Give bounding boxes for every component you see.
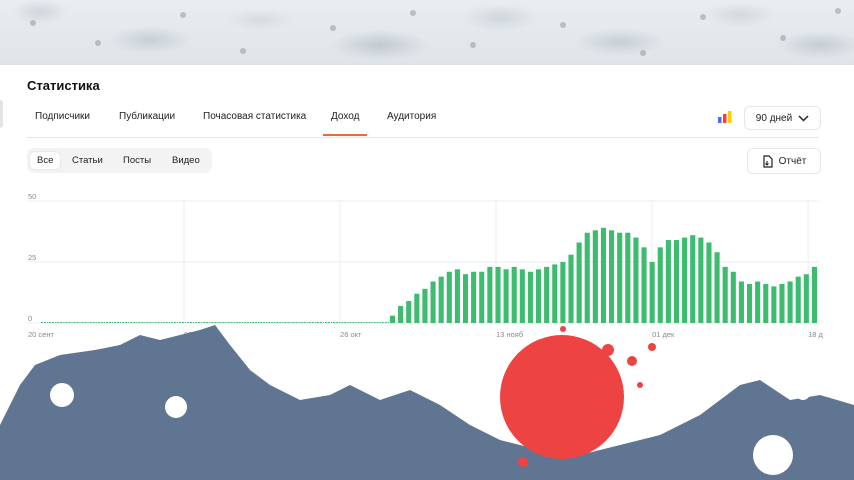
content-filter: Все Статьи Посты Видео: [27, 148, 212, 173]
income-chart: 0255020 сент08 окт26 окт13 нояб01 дек18 …: [28, 192, 824, 339]
bar: [487, 266, 493, 323]
bar: [698, 237, 704, 323]
bar: [673, 240, 680, 323]
bar: [665, 240, 671, 323]
mountain-hole: [753, 435, 793, 475]
bar: [657, 247, 663, 323]
splash-drop: [518, 457, 528, 467]
splash-drop: [627, 356, 637, 366]
bar: [600, 227, 607, 323]
bar: [535, 269, 542, 323]
bar: [682, 237, 688, 323]
period-label: 90 дней: [755, 112, 793, 124]
tab-publications[interactable]: Публикации: [119, 111, 175, 122]
tab-audience[interactable]: Аудитория: [387, 111, 436, 122]
bar: [560, 262, 566, 323]
chevron-down-icon: [798, 114, 809, 122]
bar: [519, 269, 525, 323]
bar: [552, 264, 558, 323]
bar: [495, 266, 501, 323]
sidebar-edge: [0, 100, 3, 128]
bar: [406, 301, 412, 323]
splash-drop: [560, 326, 566, 332]
bar: [592, 230, 598, 323]
bar: [503, 269, 509, 323]
bar: [803, 274, 809, 323]
bar: [755, 281, 761, 323]
bar: [746, 283, 753, 323]
bar: [690, 235, 696, 323]
bar: [454, 269, 460, 323]
filter-articles[interactable]: Статьи: [65, 152, 110, 169]
mountain-splash-art: [0, 325, 854, 480]
mountain-hole: [796, 386, 810, 400]
bar: [811, 266, 817, 323]
bar: [795, 276, 801, 323]
bar: [617, 232, 623, 323]
report-label: Отчёт: [778, 155, 807, 167]
bar: [527, 271, 533, 323]
page-title: Статистика: [27, 78, 100, 93]
period-dropdown[interactable]: 90 дней: [744, 106, 821, 130]
bar: [398, 305, 404, 323]
bar: [511, 266, 517, 323]
bar: [714, 252, 720, 323]
y-tick-label: 0: [28, 314, 32, 323]
bar: [738, 281, 744, 323]
bar: [462, 274, 469, 323]
filter-posts[interactable]: Посты: [116, 152, 158, 169]
splash-drop: [602, 344, 614, 356]
bar: [787, 281, 793, 323]
bar: [479, 271, 485, 323]
bar: [763, 283, 769, 323]
bar: [389, 315, 396, 323]
filter-all[interactable]: Все: [30, 152, 61, 169]
y-tick-label: 25: [28, 253, 36, 262]
mountain-hole: [165, 396, 187, 418]
bar: [771, 286, 777, 323]
bar: [576, 242, 582, 323]
bar: [568, 254, 574, 323]
filter-videos[interactable]: Видео: [165, 152, 207, 169]
bar: [584, 232, 590, 323]
y-tick-label: 50: [28, 192, 36, 201]
bar: [779, 283, 785, 323]
bar: [422, 288, 428, 323]
bar: [609, 230, 615, 323]
bar: [414, 293, 420, 323]
mountain-silhouette: [0, 325, 854, 480]
bar: [641, 247, 647, 323]
bar: [730, 271, 736, 323]
bar: [446, 271, 452, 323]
mountain-hole: [50, 383, 74, 407]
bar: [633, 237, 639, 323]
bar: [438, 276, 444, 323]
stats-tabs: Подписчики Публикации Почасовая статисти…: [27, 108, 819, 138]
splash-drop: [648, 343, 656, 351]
bar: [430, 281, 436, 323]
metrika-icon[interactable]: [718, 111, 732, 123]
report-button[interactable]: Отчёт: [747, 148, 821, 174]
bar: [625, 232, 631, 323]
tab-subscribers[interactable]: Подписчики: [35, 111, 90, 122]
bar: [471, 271, 477, 323]
report-file-icon: [763, 154, 773, 168]
bar: [706, 242, 712, 323]
snowy-forest-photo: [0, 0, 854, 65]
splash-drop: [637, 382, 643, 388]
bar: [722, 266, 728, 323]
bar: [649, 262, 655, 323]
tab-income[interactable]: Доход: [322, 111, 368, 136]
bar: [544, 266, 550, 323]
tab-hourly-stats[interactable]: Почасовая статистика: [203, 111, 306, 122]
